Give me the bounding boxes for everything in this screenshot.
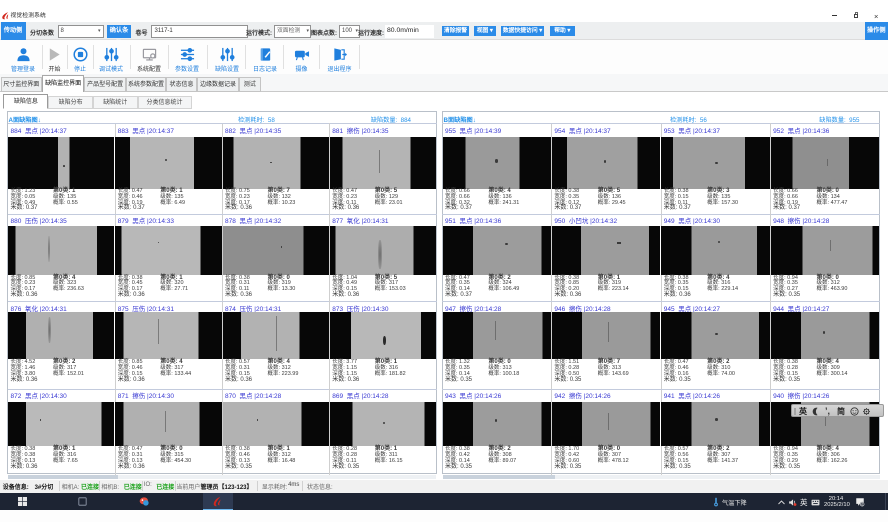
svg-text:6: 6 [861, 502, 863, 506]
